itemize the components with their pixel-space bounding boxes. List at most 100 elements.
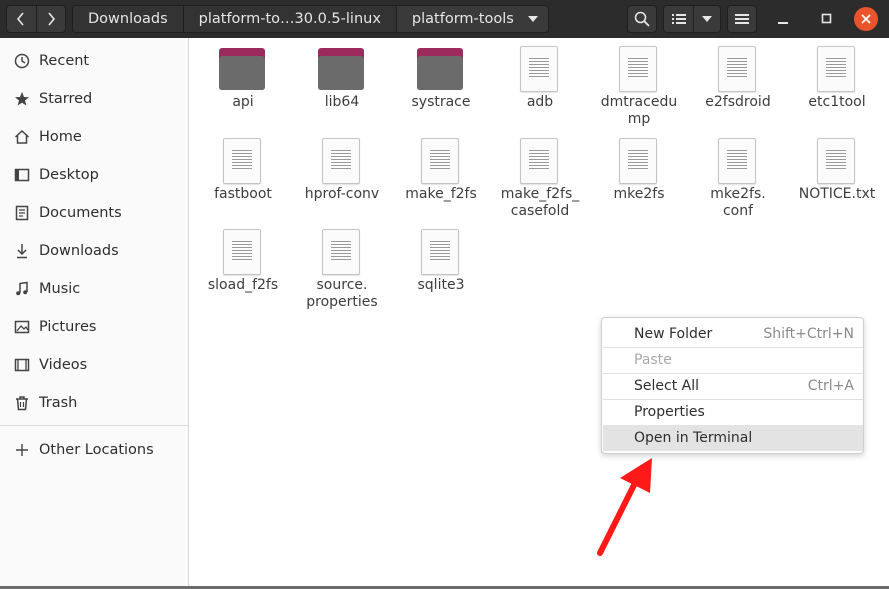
star-icon (13, 90, 31, 108)
file-item[interactable]: source. properties (292, 221, 388, 310)
sidebar-item-trash[interactable]: Trash (0, 385, 188, 421)
file-name: make_f2fs_ casefold (490, 186, 590, 220)
menu-item-new-folder[interactable]: New Folder Shift+Ctrl+N (603, 321, 863, 347)
file-name-line: dmtracedu (600, 94, 678, 110)
sidebar-item-label: Videos (39, 357, 88, 373)
sidebar-item-home[interactable]: Home (0, 119, 188, 155)
file-name: make_f2fs (405, 186, 477, 202)
file-name: NOTICE.txt (798, 186, 876, 202)
context-menu: New Folder Shift+Ctrl+N Paste Select All… (601, 317, 864, 454)
file-name-line: conf (722, 203, 754, 219)
sidebar-item-other-locations[interactable]: Other Locations (0, 432, 188, 468)
breadcrumb-downloads[interactable]: Downloads (73, 6, 184, 32)
file-item[interactable]: mke2fs. conf (688, 130, 784, 219)
text-file-icon (714, 138, 760, 184)
text-file-icon (219, 229, 265, 275)
sidebar-item-recent[interactable]: Recent (0, 43, 188, 79)
desktop-icon (13, 166, 31, 184)
file-name: lib64 (324, 94, 360, 110)
file-name: fastboot (214, 186, 272, 202)
file-view[interactable]: api lib64 systrace adb dmtracedu mp e2fsdroid e… (190, 38, 889, 586)
file-item[interactable]: dmtracedu mp (589, 38, 685, 127)
back-button[interactable] (7, 6, 36, 32)
sidebar-item-label: Documents (39, 205, 122, 221)
sidebar-item-pictures[interactable]: Pictures (0, 309, 188, 345)
close-button[interactable] (854, 7, 878, 31)
menu-item-properties[interactable]: Properties (603, 399, 863, 425)
text-file-icon (318, 138, 364, 184)
view-toggle-group (663, 5, 721, 33)
file-item[interactable]: etc1tool (787, 38, 883, 126)
caret-down-icon (702, 16, 712, 22)
sidebar-item-label: Home (39, 129, 82, 145)
text-file-icon (615, 46, 661, 92)
file-item[interactable]: mke2fs (589, 130, 685, 218)
sidebar-item-label: Desktop (39, 167, 99, 183)
folder-item[interactable]: systrace (391, 38, 487, 126)
menu-item-open-in-terminal[interactable]: Open in Terminal (603, 425, 863, 451)
text-file-icon (516, 46, 562, 92)
maximize-icon (821, 13, 832, 24)
menu-item-accelerator: Ctrl+A (807, 378, 854, 394)
file-item[interactable]: make_f2fs_ casefold (490, 130, 586, 219)
sidebar-item-music[interactable]: Music (0, 271, 188, 307)
menu-item-paste: Paste (603, 347, 863, 373)
forward-button[interactable] (35, 6, 66, 32)
menu-item-select-all[interactable]: Select All Ctrl+A (603, 373, 863, 399)
menu-item-label: Paste (634, 352, 672, 368)
sidebar-item-desktop[interactable]: Desktop (0, 157, 188, 193)
file-item[interactable]: sqlite3 (391, 221, 487, 309)
sidebar-item-videos[interactable]: Videos (0, 347, 188, 383)
breadcrumb: Downloads platform-to…30.0.5-linux platf… (72, 5, 549, 33)
view-options-button[interactable] (694, 6, 720, 32)
chevron-right-icon (48, 12, 55, 26)
menu-item-label: Properties (634, 404, 705, 420)
file-name-line: mp (627, 111, 651, 127)
video-icon (13, 356, 31, 374)
text-file-icon (417, 229, 463, 275)
file-name: adb (526, 94, 554, 110)
breadcrumb-platform-tools[interactable]: platform-tools (396, 6, 548, 32)
menu-item-label: Open in Terminal (634, 430, 753, 446)
sidebar-divider (0, 425, 188, 426)
file-item[interactable]: hprof-conv (292, 130, 388, 218)
file-name: api (232, 94, 254, 110)
folder-item[interactable]: lib64 (292, 38, 388, 126)
maximize-button[interactable] (815, 7, 839, 31)
menu-button[interactable] (727, 5, 757, 33)
file-item[interactable]: make_f2fs (391, 130, 487, 218)
document-icon (13, 204, 31, 222)
file-name: mke2fs (613, 186, 665, 202)
music-icon (13, 280, 31, 298)
chevron-left-icon (17, 12, 24, 26)
search-icon (634, 11, 650, 27)
sidebar-item-downloads[interactable]: Downloads (0, 233, 188, 269)
folder-item[interactable]: api (193, 38, 289, 126)
list-icon (671, 14, 686, 24)
file-item[interactable]: NOTICE.txt (787, 130, 883, 218)
file-name: sload_f2fs (207, 277, 279, 293)
file-item[interactable]: adb (490, 38, 586, 126)
home-icon (13, 128, 31, 146)
text-file-icon (813, 46, 859, 92)
sidebar-item-starred[interactable]: Starred (0, 81, 188, 117)
text-file-icon (615, 138, 661, 184)
list-view-button[interactable] (664, 6, 694, 32)
download-icon (13, 242, 31, 260)
sidebar-item-documents[interactable]: Documents (0, 195, 188, 231)
search-button[interactable] (627, 5, 657, 33)
file-name-line: source. (316, 277, 368, 293)
minimize-button[interactable] (771, 7, 795, 31)
file-item[interactable]: fastboot (193, 130, 289, 218)
close-icon (861, 14, 871, 24)
folder-icon (318, 46, 364, 92)
nav-buttons (6, 5, 66, 33)
breadcrumb-platform-tools-linux[interactable]: platform-to…30.0.5-linux (183, 6, 397, 32)
sidebar-item-label: Downloads (39, 243, 119, 259)
file-item[interactable]: sload_f2fs (193, 221, 289, 309)
file-name: sqlite3 (417, 277, 465, 293)
minimize-icon (778, 22, 788, 24)
menu-item-label: New Folder (634, 326, 713, 342)
file-item[interactable]: e2fsdroid (688, 38, 784, 126)
file-name-line: properties (306, 294, 378, 310)
